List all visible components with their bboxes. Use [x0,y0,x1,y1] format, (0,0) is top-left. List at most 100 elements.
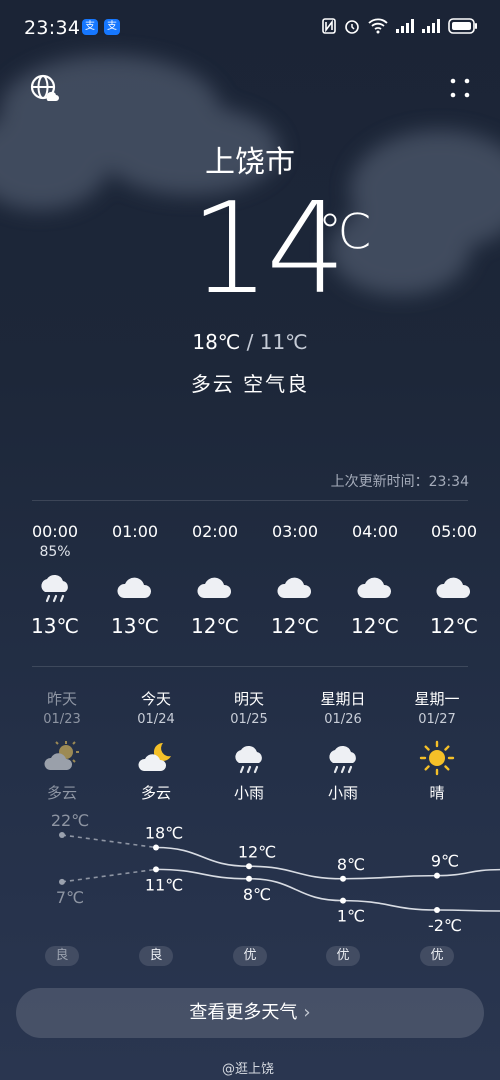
day-date: 01/23 [43,712,81,727]
cloud-icon [436,577,471,598]
sun-icon [419,740,455,776]
air-quality-badge: 良 [45,946,79,966]
battery-icon [448,18,477,34]
high-temp-point [340,875,346,882]
today-high: 18℃ [192,330,241,354]
globe-icon[interactable] [28,72,60,104]
condition-text: 多云 [190,372,235,396]
cloud-icon [357,577,392,598]
low-temp-point [153,866,159,873]
rain-probability [424,544,484,570]
alipay-badge-icon: 支 [104,19,120,35]
more-weather-label: 查看更多天气 [189,1002,298,1023]
day-date: 01/24 [137,712,175,727]
current-condition: 多云 空气良 [0,368,500,397]
air-quality-badge: 优 [326,946,360,966]
hourly-item: 05:00 12℃ [424,522,484,638]
rain-probability [105,544,165,570]
hourly-item: 03:00 12℃ [265,522,325,638]
high-temp-point [434,872,440,879]
daily-item: 星期日 01/26 小雨 [308,688,378,803]
high-trend-past-line [61,834,157,849]
temperature-trend-graph: 22℃ 7℃ 18℃ 11℃ 12℃ 8℃ 8℃ 1℃ 9℃ -2℃ [51,811,500,935]
day-name: 今天 [140,690,171,708]
alipay-badge-icon: 支 [82,19,98,35]
day-name: 昨天 [46,690,77,708]
daily-item: 星期一 01/27 晴 [402,688,472,803]
low-temp-label: 7℃ [56,888,84,907]
high-temp-point [59,832,65,838]
status-bar: 23:34 支 支 [0,0,500,58]
low-temp-point [434,907,440,913]
hour-temperature: 12℃ [430,614,478,638]
partly-cloudy-day-icon [44,741,79,770]
hour-temperature: 12℃ [191,614,239,638]
hour-temperature: 13℃ [111,614,159,638]
wifi-icon [368,18,388,34]
hourly-item: 04:00 12℃ [345,522,405,638]
rain-probability [265,544,325,570]
partly-cloudy-night-icon [138,742,171,771]
divider [32,666,468,667]
divider [32,500,468,501]
low-temp-label: 11℃ [145,875,183,894]
day-date: 01/25 [230,712,268,727]
rain-cloud-icon [329,745,356,774]
signal-icon [396,19,414,33]
temperature-unit: ℃ [318,204,372,260]
day-date: 01/27 [418,712,456,727]
cloud-icon [197,577,232,598]
day-name: 星期一 [414,690,460,708]
high-temp-point [153,844,159,851]
chevron-right-icon: › [303,1002,311,1023]
low-trend-past-line [61,868,157,883]
air-quality-badge: 优 [233,946,267,966]
daily-item: 明天 01/25 小雨 [214,688,284,803]
daily-item: 今天 01/24 多云 [121,688,191,803]
hour-temperature: 13℃ [31,614,79,638]
high-temp-label: 22℃ [51,811,89,830]
low-temp-label: 8℃ [243,885,271,904]
hour-time: 05:00 [430,522,478,541]
high-temp-label: 18℃ [145,824,183,843]
alarm-icon [345,20,359,34]
today-low: 11℃ [259,330,308,354]
air-quality-badge: 优 [420,946,454,966]
hourly-item: 01:00 13℃ [105,522,165,638]
weibo-watermark: @逛上饶 [222,1062,275,1077]
cloud-icon [277,577,312,598]
day-date: 01/26 [324,712,362,727]
daily-item: 昨天 01/23 多云 [27,688,97,803]
rain-probability [185,544,245,570]
more-dots-icon[interactable] [444,72,476,104]
rain-probability: 85% [39,544,71,560]
low-temp-point [340,897,346,904]
last-updated: 上次更新时间：23:34 [330,474,469,490]
hour-time: 00:00 [31,522,79,541]
high-low-temperature: 18℃ / 11℃ [0,330,500,354]
rain-cloud-icon [41,574,68,603]
hour-temperature: 12℃ [351,614,399,638]
rain-cloud-icon [235,745,262,774]
air-quality-text[interactable]: 空气良 [243,372,309,396]
high-temp-label: 12℃ [238,842,276,861]
air-quality-badge: 良 [139,946,173,966]
status-time: 23:34 [24,17,81,39]
low-temp-label: -2℃ [428,916,462,935]
low-temp-point [246,875,252,882]
rain-probability [345,544,405,570]
high-temp-label: 8℃ [337,855,365,874]
day-name: 明天 [233,690,264,708]
low-temp-point [59,878,65,885]
more-weather-button[interactable]: 查看更多天气 › [16,988,484,1038]
nfc-icon [322,18,336,34]
hour-time: 02:00 [191,522,239,541]
hourly-item: 00:00 85% 13℃ [25,522,85,638]
hourly-item: 02:00 12℃ [185,522,245,638]
high-temp-point [246,863,252,870]
cloud-icon [117,577,152,598]
high-low-separator: / [240,330,260,354]
high-temp-label: 9℃ [431,852,459,871]
hour-time: 03:00 [271,522,319,541]
hour-time: 04:00 [351,522,399,541]
